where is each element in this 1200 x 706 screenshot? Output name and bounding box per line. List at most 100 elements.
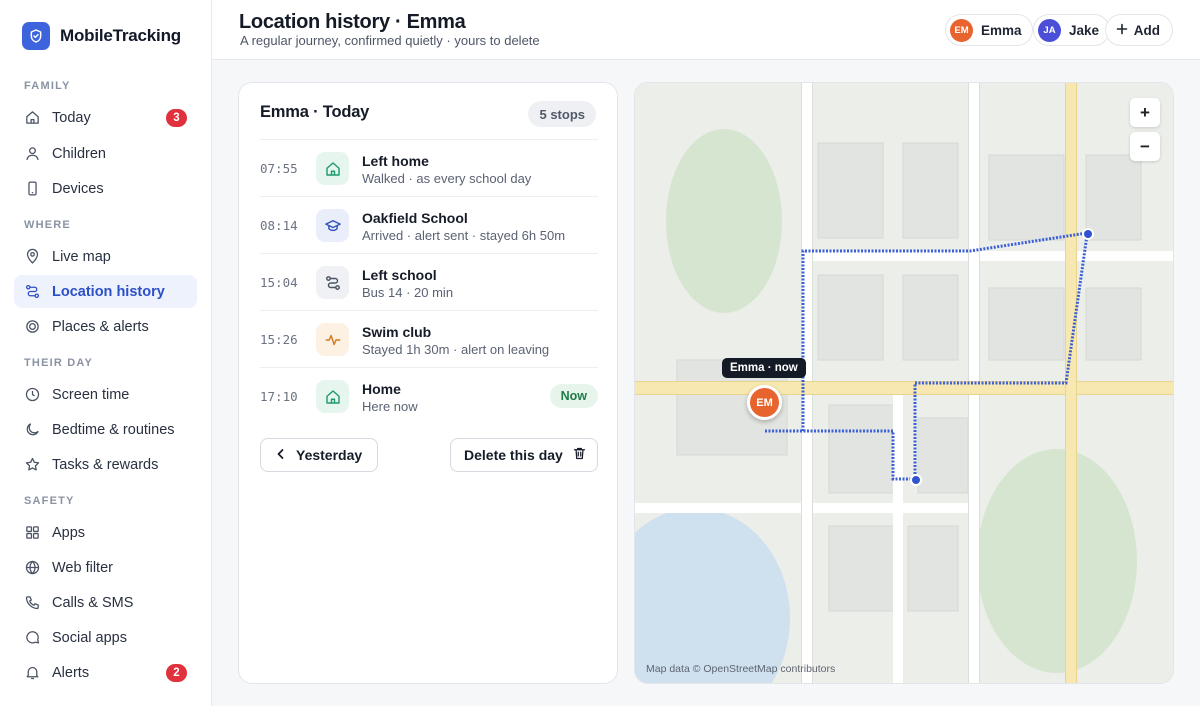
now-status-badge: Now [549, 384, 598, 408]
map-canvas [635, 83, 1173, 683]
grid-icon [24, 524, 41, 541]
brand[interactable]: MobileTracking [22, 22, 181, 50]
timeline-stop[interactable]: 08:14 Oakfield School Arrived · alert se… [260, 196, 598, 253]
moon-icon [24, 421, 41, 438]
sidebar-item-live-map[interactable]: Live map [14, 240, 197, 273]
add-child-button[interactable]: Add [1104, 14, 1173, 46]
timeline-stop[interactable]: 17:10 Home Here now Now [260, 367, 598, 424]
alerts-badge: 2 [166, 663, 187, 682]
park-area [977, 449, 1137, 673]
sidebar-item-children[interactable]: Children [14, 137, 197, 170]
yesterday-label: Yesterday [296, 447, 363, 463]
timeline-stop[interactable]: 07:55 Left home Walked · as every school… [260, 139, 598, 196]
plus-icon [1116, 23, 1128, 38]
park-area [666, 129, 782, 313]
yesterday-button[interactable]: Yesterday [260, 438, 378, 472]
bell-icon [24, 664, 41, 681]
timeline-card: Emma · Today 5 stops 07:55 Left home Wal… [238, 82, 618, 684]
chevron-left-icon [275, 447, 287, 463]
stop-time: 15:04 [260, 275, 298, 290]
stop-detail: Stayed 1h 30m · alert on leaving [362, 342, 550, 357]
sidebar: MobileTracking FAMILY Today 3 Children D… [0, 0, 212, 706]
chat-icon [24, 629, 41, 646]
activity-icon [316, 323, 349, 356]
sidebar-item-social-apps[interactable]: Social apps [14, 621, 197, 654]
stop-title: Oakfield School [362, 210, 468, 226]
home-icon [316, 380, 349, 413]
sidebar-item-calls-sms[interactable]: Calls & SMS [14, 586, 197, 619]
zoom-in-button[interactable]: + [1130, 98, 1160, 127]
today-badge: 3 [166, 108, 187, 127]
stop-title: Swim club [362, 324, 432, 340]
stop-title: Home [362, 381, 401, 397]
globe-icon [24, 559, 41, 576]
sidebar-item-bedtime-routines[interactable]: Bedtime & routines [14, 413, 197, 446]
stops-count-badge: 5 stops [528, 101, 596, 127]
clock-icon [24, 386, 41, 403]
sidebar-item-label: Tasks & rewards [52, 456, 159, 473]
stop-detail: Walked · as every school day [362, 171, 532, 186]
nav-section-safety: SAFETY [24, 495, 75, 507]
route-stop-dot[interactable] [910, 474, 922, 486]
page-title: Location history · Emma [239, 11, 466, 33]
sidebar-item-label: Devices [52, 180, 104, 197]
zoom-out-button[interactable]: − [1130, 132, 1160, 161]
sidebar-item-location-history[interactable]: Location history [14, 275, 197, 308]
child-name: Emma [981, 22, 1022, 38]
sidebar-item-label: Bedtime & routines [52, 421, 175, 438]
sidebar-item-apps[interactable]: Apps [14, 516, 197, 549]
home-icon [24, 109, 41, 126]
nav-section-their-day: THEIR DAY [24, 357, 94, 369]
sidebar-item-web-filter[interactable]: Web filter [14, 551, 197, 584]
sidebar-item-label: Today [52, 109, 91, 126]
sidebar-item-places-alerts[interactable]: Places & alerts [14, 310, 197, 343]
map-panel[interactable]: + − Emma · now EM Map data © OpenStreetM… [634, 82, 1174, 684]
timeline-stop[interactable]: 15:04 Left school Bus 14 · 20 min [260, 253, 598, 310]
sidebar-item-label: Social apps [52, 629, 127, 646]
trash-icon [572, 446, 587, 464]
stop-detail: Here now [362, 399, 418, 414]
school-icon [316, 209, 349, 242]
child-location-marker[interactable]: EM [747, 385, 782, 420]
child-switch-jake[interactable]: JA Jake [1033, 14, 1111, 46]
add-label: Add [1133, 22, 1160, 38]
stop-time: 15:26 [260, 332, 298, 347]
stop-title: Left home [362, 153, 429, 169]
target-icon [24, 318, 41, 335]
phone-call-icon [24, 594, 41, 611]
delete-day-button[interactable]: Delete this day [450, 438, 598, 472]
stop-title: Left school [362, 267, 437, 283]
shield-logo-icon [22, 22, 50, 50]
page-header: Location history · Emma A regular journe… [212, 0, 1200, 60]
avatar-jake: JA [1038, 18, 1061, 42]
sidebar-item-label: Web filter [52, 559, 113, 576]
route-stop-dot[interactable] [1082, 228, 1094, 240]
timeline-title: Emma · Today [260, 103, 370, 121]
map-attribution: Map data © OpenStreetMap contributors [646, 663, 836, 675]
person-icon [24, 145, 41, 162]
route-icon [316, 266, 349, 299]
sidebar-item-label: Alerts [52, 664, 90, 681]
sidebar-item-today[interactable]: Today 3 [14, 101, 197, 134]
stop-time: 17:10 [260, 389, 298, 404]
sidebar-item-tasks-rewards[interactable]: Tasks & rewards [14, 448, 197, 481]
stop-time: 07:55 [260, 161, 298, 176]
child-switch-emma[interactable]: EM Emma [945, 14, 1033, 46]
sidebar-item-screen-time[interactable]: Screen time [14, 378, 197, 411]
sidebar-item-label: Screen time [52, 386, 130, 403]
sidebar-item-devices[interactable]: Devices [14, 172, 197, 205]
delete-label: Delete this day [464, 447, 563, 463]
nav-section-family: FAMILY [24, 80, 71, 92]
sidebar-item-label: Apps [52, 524, 86, 541]
water-area [635, 508, 790, 683]
brand-name: MobileTracking [60, 26, 181, 45]
sidebar-item-label: Children [52, 145, 106, 162]
stop-time: 08:14 [260, 218, 298, 233]
sidebar-item-alerts[interactable]: Alerts 2 [14, 656, 197, 689]
sidebar-item-label: Calls & SMS [52, 594, 134, 611]
sidebar-item-label: Location history [52, 283, 165, 300]
phone-icon [24, 180, 41, 197]
timeline-stop[interactable]: 15:26 Swim club Stayed 1h 30m · alert on… [260, 310, 598, 367]
home-icon [316, 152, 349, 185]
child-name: Jake [1069, 22, 1100, 38]
